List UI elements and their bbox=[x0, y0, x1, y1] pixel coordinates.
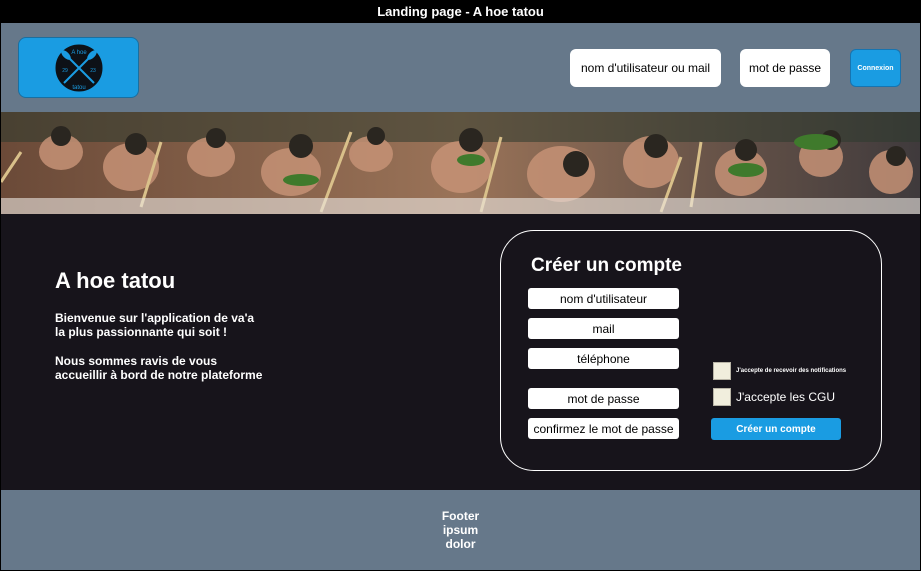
login-password-input[interactable]: mot de passe bbox=[740, 49, 830, 87]
connexion-button[interactable]: Connexion bbox=[850, 49, 901, 87]
main-section: A hoe tatou Bienvenue sur l'application … bbox=[1, 214, 920, 490]
signup-card: Créer un compte nom d'utilisateur mail t… bbox=[500, 230, 882, 471]
paddle-logo-icon: A hoe tatou 29 23 bbox=[54, 43, 103, 92]
window-title: Landing page - A hoe tatou bbox=[0, 0, 921, 23]
intro-subtext: Nous sommes ravis de vous accueillir à b… bbox=[55, 354, 263, 382]
login-username-input[interactable]: nom d'utilisateur ou mail bbox=[570, 49, 721, 87]
signup-phone-input[interactable]: téléphone bbox=[528, 348, 679, 369]
signup-password-input[interactable]: mot de passe bbox=[528, 388, 679, 409]
intro-title: A hoe tatou bbox=[55, 268, 176, 293]
footer: Footer ipsum dolor bbox=[1, 490, 920, 570]
notifications-checkbox[interactable] bbox=[713, 362, 731, 380]
cgu-label: J'accepte les CGU bbox=[736, 390, 835, 404]
header: A hoe tatou 29 23 nom d'utilisateur ou m… bbox=[1, 23, 920, 112]
cgu-checkbox[interactable] bbox=[713, 388, 731, 406]
footer-line-1: Footer bbox=[441, 509, 480, 523]
footer-line-2: ipsum bbox=[442, 523, 479, 537]
signup-username-input[interactable]: nom d'utilisateur bbox=[528, 288, 679, 309]
logo-text-bottom: tatou bbox=[72, 85, 85, 91]
logo[interactable]: A hoe tatou 29 23 bbox=[18, 37, 139, 98]
signup-title: Créer un compte bbox=[531, 255, 682, 276]
paddlers-banner-image bbox=[1, 112, 920, 214]
footer-line-3: dolor bbox=[445, 537, 476, 551]
notifications-label: J'accepte de recevoir des notifications bbox=[736, 368, 847, 374]
signup-mail-input[interactable]: mail bbox=[528, 318, 679, 339]
intro-welcome-text: Bienvenue sur l'application de va'a la p… bbox=[55, 311, 255, 339]
create-account-button[interactable]: Créer un compte bbox=[711, 418, 841, 440]
signup-confirm-password-input[interactable]: confirmez le mot de passe bbox=[528, 418, 679, 439]
logo-number-left: 29 bbox=[62, 68, 68, 74]
logo-text-top: A hoe bbox=[71, 50, 87, 56]
logo-number-right: 23 bbox=[90, 68, 96, 74]
